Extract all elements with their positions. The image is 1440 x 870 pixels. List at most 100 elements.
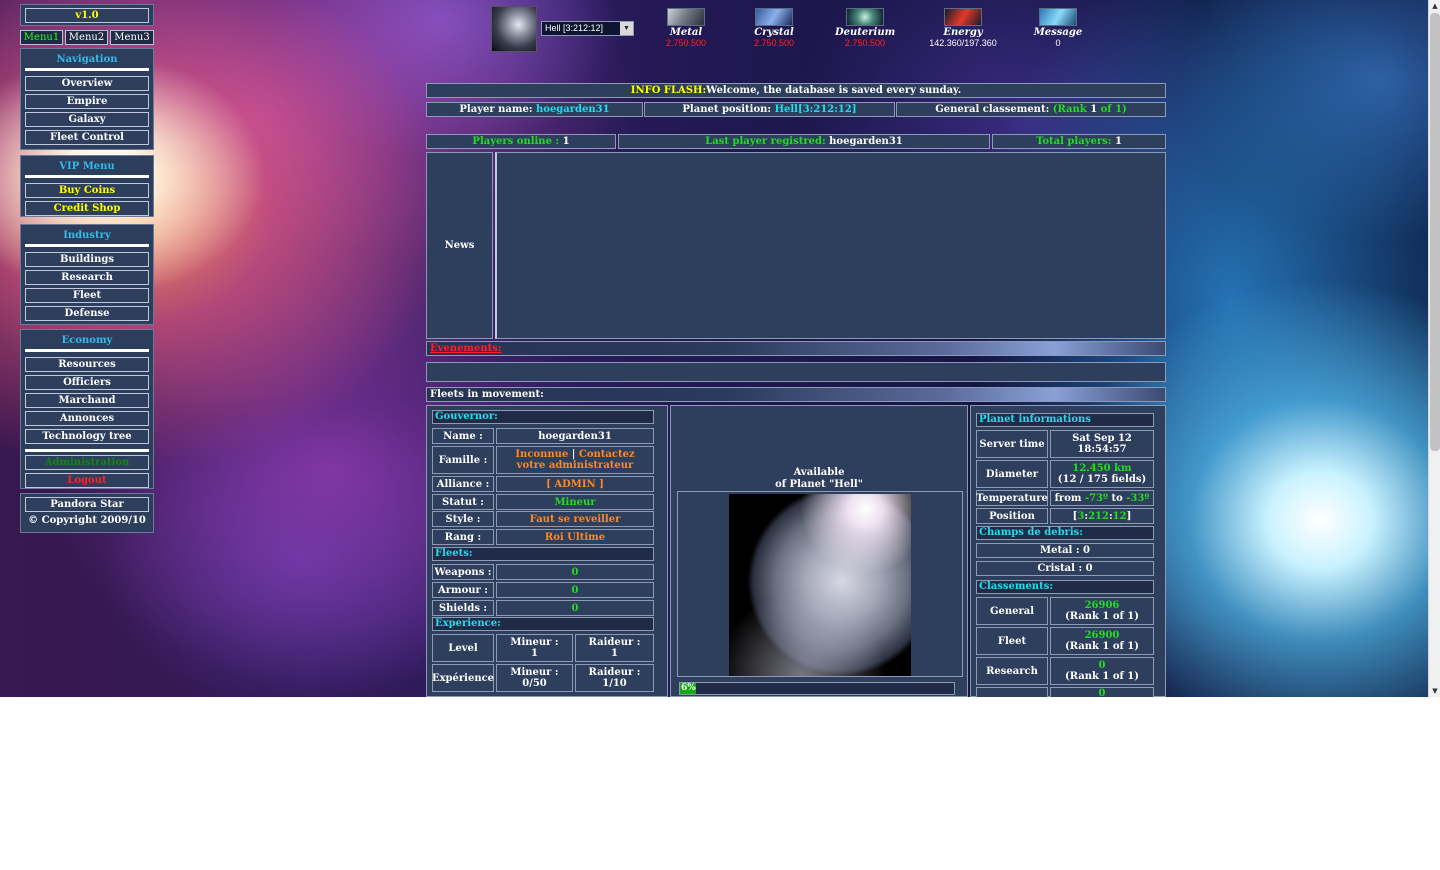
economy-panel: Economy Resources Officiers Marchand Ann… xyxy=(20,329,154,489)
class-fleet-rank: (Rank 1 of 1) xyxy=(1064,641,1139,652)
message-icon[interactable] xyxy=(1039,8,1077,26)
tab-menu2[interactable]: Menu2 xyxy=(65,30,108,45)
nav-fleet-control[interactable]: Fleet Control xyxy=(25,130,149,145)
gov-alliance-value[interactable]: [ ADMIN ] xyxy=(546,479,604,490)
economy-header: Economy xyxy=(61,335,113,346)
gov-statut-value: Mineur xyxy=(554,496,596,508)
energy-value: 142.360/197.360 xyxy=(929,38,997,48)
industry-panel: Industry Buildings Research Fleet Defens… xyxy=(20,224,154,325)
crystal-resource: Crystal 2.750.500 xyxy=(744,8,804,49)
message-value: 0 xyxy=(1055,38,1061,48)
position-value-cell[interactable]: [3:212:12] xyxy=(1050,508,1154,524)
planet-position-name[interactable]: Hell xyxy=(775,104,798,115)
debris-metal-cell: Metal : 0 xyxy=(976,543,1154,558)
class-fleet-key: Fleet xyxy=(976,627,1048,655)
class-next-value-cell: 0 xyxy=(1050,687,1154,697)
gov-style-value: Faut se reveiller xyxy=(529,513,621,525)
scroll-down-icon[interactable]: ▼ xyxy=(1429,685,1440,697)
nav-fleet[interactable]: Fleet xyxy=(25,288,149,303)
crystal-label: Crystal xyxy=(754,27,794,38)
server-time-value-cell: Sat Sep 12 18:54:57 xyxy=(1050,430,1154,458)
debris-crystal: Cristal : 0 xyxy=(1037,563,1093,574)
weapons-value: 0 xyxy=(571,566,579,578)
level-raider-cell: Raideur :1 xyxy=(575,634,654,662)
copyright: © Copyright 2009/10 xyxy=(25,514,149,529)
gov-famille-value: Inconnue xyxy=(515,449,569,460)
armour-value-cell: 0 xyxy=(496,582,654,598)
class-general-key: General xyxy=(976,597,1048,625)
temp-to: to xyxy=(1111,492,1123,504)
planet-position-coords[interactable]: [3:212:12] xyxy=(798,104,857,115)
exp-raider-label: Raideur : xyxy=(588,667,641,678)
exp-miner-cell: Mineur :0/50 xyxy=(496,664,573,692)
game-viewport: v1.0 Menu1 Menu2 Menu3 Navigation Overvi… xyxy=(0,0,1428,697)
class-fleet-value-cell: 26900 (Rank 1 of 1) xyxy=(1050,627,1154,655)
server-time-clock: 18:54:57 xyxy=(1077,444,1127,455)
nav-resources[interactable]: Resources xyxy=(25,357,149,372)
general-rank-label: General classement: xyxy=(935,104,1050,115)
pos-close: ] xyxy=(1126,510,1132,522)
planet-select[interactable]: Hell [3:212:12] ▼ xyxy=(541,21,634,36)
temp-from: from xyxy=(1054,492,1082,504)
planet-fields-progress: 6% xyxy=(679,682,955,695)
temperature-key: Temperature xyxy=(976,490,1048,506)
shields-label: Shields : xyxy=(438,602,488,614)
version-panel: v1.0 xyxy=(20,4,154,26)
tab-menu1[interactable]: Menu1 xyxy=(20,30,63,45)
shields-value: 0 xyxy=(571,602,579,614)
nav-defense[interactable]: Defense xyxy=(25,306,149,321)
scroll-thumb[interactable] xyxy=(1430,13,1440,451)
deuterium-label: Deuterium xyxy=(835,27,896,38)
classements-title: Classements: xyxy=(979,581,1054,592)
nav-officiers[interactable]: Officiers xyxy=(25,375,149,390)
scroll-up-icon[interactable]: ▲ xyxy=(1429,0,1440,12)
fleets-in-movement-label: Fleets in movement: xyxy=(430,389,544,400)
gov-famille-key: Famille : xyxy=(432,446,494,474)
nav-buy-coins[interactable]: Buy Coins xyxy=(25,183,149,198)
nav-administration[interactable]: Administration xyxy=(25,455,149,470)
message-resource[interactable]: Message 0 xyxy=(1028,8,1088,49)
nav-annonces[interactable]: Annonces xyxy=(25,411,149,426)
news-label-cell: News xyxy=(426,152,493,339)
gov-alliance-key: Alliance : xyxy=(432,476,494,492)
metal-icon xyxy=(667,8,705,26)
nav-logout[interactable]: Logout xyxy=(25,473,149,488)
class-general-points: 26906 xyxy=(1084,600,1120,611)
divider xyxy=(25,175,149,178)
last-player-value: hoegarden31 xyxy=(829,136,903,147)
energy-icon xyxy=(944,8,982,26)
armour-label: Armour : xyxy=(438,584,488,596)
tab-menu3[interactable]: Menu3 xyxy=(110,30,154,45)
chevron-down-icon[interactable]: ▼ xyxy=(620,22,633,35)
planet-thumbnail[interactable] xyxy=(491,6,537,52)
planet-select-value: Hell [3:212:12] xyxy=(545,23,604,33)
planet-image[interactable] xyxy=(729,494,911,676)
nav-overview[interactable]: Overview xyxy=(25,76,149,91)
industry-header: Industry xyxy=(63,230,111,241)
player-name[interactable]: hoegarden31 xyxy=(536,104,610,115)
nav-buildings[interactable]: Buildings xyxy=(25,252,149,267)
nav-empire[interactable]: Empire xyxy=(25,94,149,109)
gov-rang-value: Roi Ultime xyxy=(544,531,606,543)
vertical-scrollbar[interactable]: ▲ ▼ xyxy=(1428,0,1440,697)
fleets-strip: Fleets in movement: xyxy=(426,387,1166,402)
nav-technology-tree[interactable]: Technology tree xyxy=(25,429,149,444)
nav-credit-shop[interactable]: Credit Shop xyxy=(25,201,149,216)
planet-info-title: Planet informations xyxy=(979,414,1091,425)
gov-statut-key: Statut : xyxy=(432,494,494,510)
temp-min: -73º xyxy=(1084,492,1109,504)
nav-marchand[interactable]: Marchand xyxy=(25,393,149,408)
level-key: Level xyxy=(432,634,494,662)
fleets-title: Fleets: xyxy=(435,548,473,559)
separator: | xyxy=(568,449,579,460)
governor-header: Gouvernor: xyxy=(432,410,654,424)
nav-research[interactable]: Research xyxy=(25,270,149,285)
deuterium-value: 2.750.500 xyxy=(844,38,886,48)
energy-resource: Energy 142.360/197.360 xyxy=(924,8,1002,49)
gov-famille-label: Famille : xyxy=(438,454,488,466)
level-miner-cell: Mineur :1 xyxy=(496,634,573,662)
gov-rang-label: Rang : xyxy=(444,531,482,543)
pos-planet: 12 xyxy=(1112,510,1127,522)
nav-galaxy[interactable]: Galaxy xyxy=(25,112,149,127)
gov-style-label: Style : xyxy=(445,513,481,525)
